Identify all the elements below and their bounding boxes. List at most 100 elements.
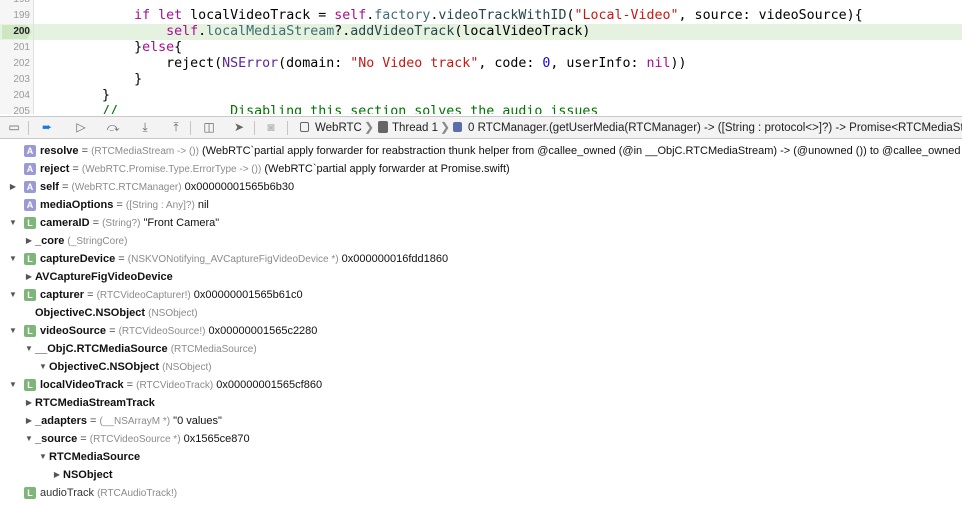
disclosure-collapsed-icon[interactable]: ▶ <box>24 268 34 286</box>
divider <box>254 121 255 135</box>
variable-row[interactable]: AmediaOptions = ([String : Any]?) nil <box>0 196 962 214</box>
variable-row[interactable]: ▶ AVCaptureFigVideoDevice <box>0 268 962 286</box>
step-over-icon[interactable]: ⤼ <box>104 120 122 135</box>
variable-row[interactable]: Aresolve = (RTCMediaStream -> ()) (WebRT… <box>0 142 962 160</box>
line-number: 200 <box>13 26 30 37</box>
variable-row[interactable]: ▶ _core (_StringCore) <box>0 232 962 250</box>
disclosure-expanded-icon[interactable]: ▼ <box>8 250 18 268</box>
view-hierarchy-icon[interactable]: ◫ <box>200 120 218 135</box>
variable-text: RTCMediaStreamTrack <box>35 394 155 412</box>
variable-text: capturer = (RTCVideoCapturer!) 0x0000000… <box>40 286 303 305</box>
line-number: 198 <box>0 0 30 8</box>
code-text: } <box>38 88 111 103</box>
code-line[interactable]: 201 }else{ <box>0 40 962 56</box>
disclosure-collapsed-icon[interactable]: ▶ <box>24 394 34 412</box>
hide-debug-area-icon[interactable]: ▭ <box>5 120 23 135</box>
equals-sign: = <box>84 289 97 301</box>
variable-name: RTCMediaSource <box>49 451 141 463</box>
code-line[interactable]: 202 reject(NSError(domain: "No Video tra… <box>0 56 962 72</box>
code-line[interactable]: 205 // Disabling this section solves the… <box>0 104 962 114</box>
variable-type: (RTCAudioTrack!) <box>97 488 178 499</box>
variable-row[interactable]: ObjectiveC.NSObject (NSObject) <box>0 304 962 322</box>
variable-text: ObjectiveC.NSObject (NSObject) <box>49 358 212 377</box>
code-line[interactable]: 198 <box>0 0 962 8</box>
camera-icon[interactable]: ◙ <box>262 120 280 135</box>
code-text: self.localMediaStream?.addVideoTrack(loc… <box>166 24 591 39</box>
disclosure-collapsed-icon[interactable]: ▶ <box>52 466 62 484</box>
disclosure-expanded-icon[interactable]: ▼ <box>24 430 34 448</box>
line-gutter[interactable]: 203 <box>0 72 34 88</box>
breadcrumb-module[interactable]: WebRTC <box>315 121 362 136</box>
breakpoints-toggle-icon[interactable]: ➨ <box>38 120 56 135</box>
variable-row[interactable]: ▼ _source = (RTCVideoSource *) 0x1565ce87… <box>0 430 962 448</box>
line-gutter[interactable]: 202 <box>0 56 34 72</box>
local-variable-icon: L <box>24 325 36 337</box>
chevron-right-icon: ❯ <box>440 120 451 134</box>
variable-name: self <box>40 181 59 193</box>
code-line[interactable]: 204 } <box>0 88 962 104</box>
variable-row[interactable]: ▶ Aself = (WebRTC.RTCManager) 0x000000015… <box>0 178 962 196</box>
variable-row[interactable]: ▼ __ObjC.RTCMediaSource (RTCMediaSource) <box>0 340 962 358</box>
variable-value: 0x00000001565b6b30 <box>184 181 295 193</box>
variable-value: nil <box>197 199 209 211</box>
line-gutter[interactable]: 200 <box>0 24 34 40</box>
variable-type: (RTCVideoSource!) <box>118 326 206 337</box>
local-variable-icon: L <box>24 217 36 229</box>
code-text: if let localVideoTrack = self.factory.vi… <box>134 8 863 23</box>
chevron-right-icon: ❯ <box>364 120 375 134</box>
code-line[interactable]: 199 if let localVideoTrack = self.factor… <box>0 8 962 24</box>
line-number: 201 <box>13 42 30 53</box>
variable-row[interactable]: LaudioTrack (RTCAudioTrack!) <box>0 484 962 502</box>
disclosure-expanded-icon[interactable]: ▼ <box>38 358 48 376</box>
variable-row[interactable]: ▼ LcaptureDevice = (NSKVONotifying_AVCapt… <box>0 250 962 268</box>
line-gutter[interactable]: 205 <box>0 104 34 114</box>
breadcrumb-frame[interactable]: 0 RTCManager.(getUserMedia(RTCManager) -… <box>468 121 962 136</box>
variable-row[interactable]: ▼ LcameraID = (String?) "Front Camera" <box>0 214 962 232</box>
variable-row[interactable]: ▶ RTCMediaStreamTrack <box>0 394 962 412</box>
step-out-icon[interactable]: ⤒ <box>167 120 185 135</box>
variable-row[interactable]: ▼ LlocalVideoTrack = (RTCVideoTrack) 0x00… <box>0 376 962 394</box>
variable-type: (RTCVideoTrack) <box>136 380 214 391</box>
variables-view[interactable]: Aresolve = (RTCMediaStream -> ()) (WebRT… <box>0 139 962 519</box>
variable-row[interactable]: ▼ RTCMediaSource <box>0 448 962 466</box>
variable-value: 0x00000001565c2280 <box>208 325 318 337</box>
disclosure-expanded-icon[interactable]: ▼ <box>8 286 18 304</box>
location-icon[interactable]: ➤ <box>230 120 248 135</box>
variable-row[interactable]: ▼ LvideoSource = (RTCVideoSource!) 0x0000… <box>0 322 962 340</box>
line-gutter[interactable]: 198 <box>0 0 34 8</box>
thread-icon <box>378 121 388 133</box>
variable-row[interactable]: ▶ NSObject <box>0 466 962 484</box>
disclosure-collapsed-icon[interactable]: ▶ <box>24 232 34 250</box>
variable-name: captureDevice <box>40 253 116 265</box>
disclosure-expanded-icon[interactable]: ▼ <box>24 340 34 358</box>
line-gutter[interactable]: 199 <box>0 8 34 24</box>
line-gutter[interactable]: 204 <box>0 88 34 104</box>
line-gutter[interactable]: 201 <box>0 40 34 56</box>
variable-row[interactable]: ▼ ObjectiveC.NSObject (NSObject) <box>0 358 962 376</box>
equals-sign: = <box>89 217 103 229</box>
local-variable-icon: L <box>24 289 36 301</box>
variable-value: 0x00000001565b61c0 <box>193 289 303 301</box>
variable-row[interactable]: Areject = (WebRTC.Promise.Type.ErrorType… <box>0 160 962 178</box>
variable-text: _core (_StringCore) <box>35 232 127 251</box>
disclosure-collapsed-icon[interactable]: ▶ <box>8 178 18 196</box>
disclosure-expanded-icon[interactable]: ▼ <box>8 376 18 394</box>
disclosure-collapsed-icon[interactable]: ▶ <box>24 412 34 430</box>
equals-sign: = <box>69 163 82 175</box>
breadcrumb-thread[interactable]: Thread 1 <box>392 121 438 136</box>
variable-type: (_StringCore) <box>67 236 128 247</box>
module-icon <box>300 122 309 132</box>
variable-row[interactable]: ▼ Lcapturer = (RTCVideoCapturer!) 0x00000… <box>0 286 962 304</box>
disclosure-expanded-icon[interactable]: ▼ <box>38 448 48 466</box>
continue-icon[interactable]: ▷ <box>72 120 90 135</box>
code-editor[interactable]: 198199 if let localVideoTrack = self.fac… <box>0 0 962 114</box>
code-line-current[interactable]: 200 self.localMediaStream?.addVideoTrack… <box>0 24 962 40</box>
variable-text: AVCaptureFigVideoDevice <box>35 268 173 286</box>
disclosure-expanded-icon[interactable]: ▼ <box>8 322 18 340</box>
disclosure-expanded-icon[interactable]: ▼ <box>8 214 18 232</box>
step-into-icon[interactable]: ⤓ <box>136 120 154 135</box>
variable-row[interactable]: ▶ _adapters = (__NSArrayM *) "0 values" <box>0 412 962 430</box>
code-line[interactable]: 203 } <box>0 72 962 88</box>
variable-text: ObjectiveC.NSObject (NSObject) <box>35 304 198 323</box>
variable-value: (WebRTC`partial apply forwarder at Promi… <box>264 163 510 175</box>
